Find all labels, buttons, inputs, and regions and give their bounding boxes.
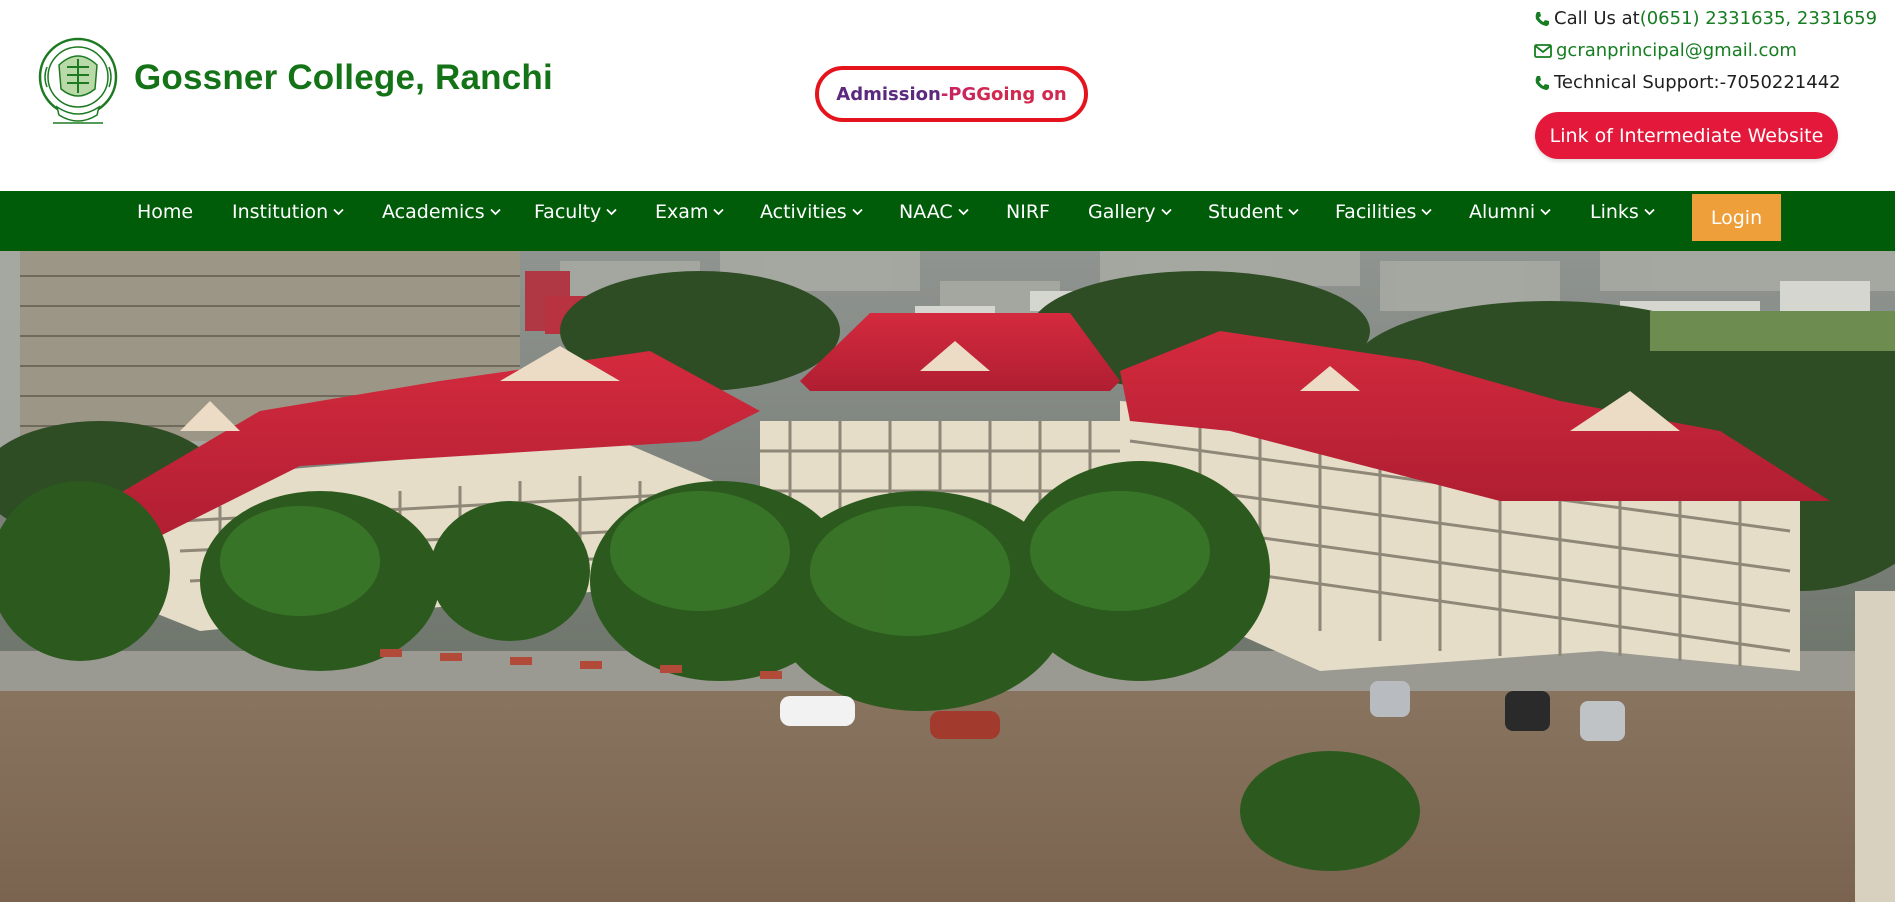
nav-label: Institution (232, 201, 329, 223)
contact-email[interactable]: gcranprincipal@gmail.com (1534, 40, 1797, 61)
college-logo-icon[interactable] (37, 37, 119, 131)
nav-item-alumni[interactable]: Alumni (1469, 191, 1551, 233)
chevron-down-icon (713, 208, 725, 216)
nav-item-facilities[interactable]: Facilities (1335, 191, 1433, 233)
nav-label: Links (1590, 201, 1639, 223)
nav-item-faculty[interactable]: Faculty (534, 191, 617, 233)
nav-item-nirf[interactable]: NIRF (1006, 191, 1050, 233)
nav-label: Facilities (1335, 201, 1417, 223)
chevron-down-icon (1421, 208, 1433, 216)
chevron-down-icon (1644, 208, 1655, 216)
intermediate-website-button[interactable]: Link of Intermediate Website (1535, 112, 1838, 159)
nav-label: NIRF (1006, 201, 1050, 223)
login-button[interactable]: Login (1692, 194, 1781, 241)
envelope-icon (1534, 43, 1552, 58)
nav-item-exam[interactable]: Exam (655, 191, 725, 233)
admission-text: Admission (836, 83, 941, 105)
chevron-down-icon (1161, 208, 1172, 216)
phone-icon (1535, 11, 1549, 26)
contact-tech-support: Technical Support:-7050221442 (1534, 72, 1841, 93)
nav-item-links[interactable]: Links (1590, 191, 1655, 233)
hero-banner (0, 251, 1895, 902)
nav-label: Exam (655, 201, 709, 223)
nav-item-institution[interactable]: Institution (232, 191, 344, 233)
chevron-down-icon (1288, 208, 1299, 216)
nav-item-student[interactable]: Student (1208, 191, 1299, 233)
chevron-down-icon (606, 208, 617, 216)
nav-label: Gallery (1088, 201, 1156, 223)
phone-icon (1535, 75, 1549, 90)
nav-label: Faculty (534, 201, 602, 223)
nav-item-home[interactable]: Home (137, 191, 193, 233)
nav-label: Student (1208, 201, 1283, 223)
phone-numbers-link[interactable]: (0651) 2331635, 2331659 (1640, 8, 1877, 29)
admission-notice-badge[interactable]: Admission -PG Going on (815, 66, 1088, 122)
nav-item-activities[interactable]: Activities (760, 191, 863, 233)
admission-pg-text: -PG (940, 83, 977, 105)
admission-going-on-text: Going on (976, 83, 1067, 105)
nav-label: Activities (760, 201, 847, 223)
chevron-down-icon (1540, 208, 1551, 216)
chevron-down-icon (333, 208, 344, 216)
nav-menu: Home Institution Academics Faculty Exam … (0, 191, 1895, 251)
nav-label: Alumni (1469, 201, 1536, 223)
chevron-down-icon (490, 208, 501, 216)
nav-label: Home (137, 201, 194, 223)
nav-label: Academics (382, 201, 485, 223)
email-link[interactable]: gcranprincipal@gmail.com (1556, 40, 1797, 61)
nav-item-academics[interactable]: Academics (382, 191, 501, 233)
nav-label: NAAC (899, 201, 953, 223)
contact-phone: Call Us at (0651) 2331635, 2331659 (1534, 8, 1877, 29)
campus-aerial-photo (0, 251, 1895, 902)
site-header: Gossner College, Ranchi Admission -PG Goi… (0, 0, 1895, 191)
college-name[interactable]: Gossner College, Ranchi (134, 58, 553, 98)
chevron-down-icon (852, 208, 863, 216)
main-navbar: Home Institution Academics Faculty Exam … (0, 191, 1895, 251)
nav-item-gallery[interactable]: Gallery (1088, 191, 1172, 233)
phone-label: Call Us at (1554, 8, 1640, 29)
nav-item-naac[interactable]: NAAC (899, 191, 969, 233)
tech-support-text: Technical Support:-7050221442 (1554, 72, 1841, 93)
chevron-down-icon (958, 208, 969, 216)
